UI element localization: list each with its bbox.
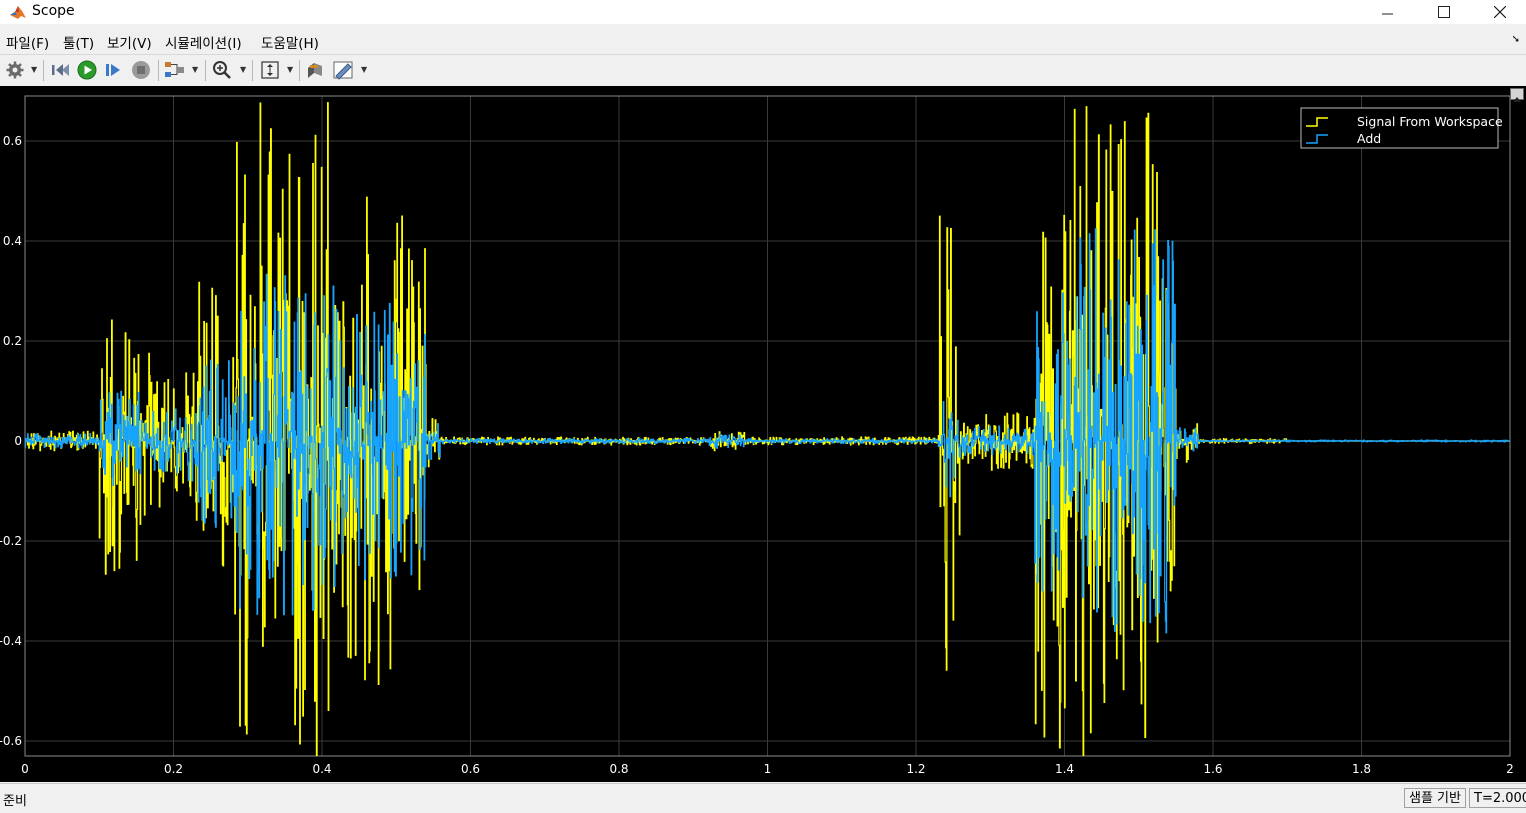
toolbar-separator: [205, 60, 206, 81]
triggers-dropdown-icon[interactable]: ▼: [361, 65, 369, 75]
x-tick-label: 1: [764, 762, 772, 776]
scope-display[interactable]: 0 0.2 0.4 0.6 0.8 1 1.2 1.4 1.6 1.8 2 -0.6 -0.4 -0.2 0…: [0, 86, 1526, 782]
x-tick-label: 0.8: [609, 762, 628, 776]
maximize-icon: [1438, 6, 1450, 18]
undock-button[interactable]: [1510, 88, 1524, 102]
triggers-icon: [333, 61, 353, 80]
menu-simulation[interactable]: 시뮬레이션(I): [165, 32, 242, 52]
minimize-button[interactable]: [1360, 0, 1416, 24]
x-tick-label: 1.6: [1203, 762, 1222, 776]
menu-tools[interactable]: 툴(T): [63, 32, 94, 52]
menu-view[interactable]: 보기(V): [107, 32, 152, 52]
toolbar-separator: [299, 60, 300, 81]
signal-config-dropdown-icon[interactable]: ▼: [192, 65, 200, 75]
status-bar: 준비 샘플 기반 T=2.000: [0, 783, 1526, 813]
zoom-button[interactable]: [211, 59, 233, 81]
signal-config-icon: [165, 62, 184, 77]
highlight-icon: [308, 63, 322, 78]
settings-dropdown-icon[interactable]: ▼: [31, 65, 39, 75]
y-tick-label: 0: [14, 434, 22, 448]
step-forward-button[interactable]: [103, 59, 125, 81]
toolbar-separator: [158, 60, 159, 81]
x-tick-label: 0.4: [312, 762, 331, 776]
toolbar-separator: [252, 60, 253, 81]
simulation-time: T=2.000: [1469, 788, 1526, 808]
signal-config-button[interactable]: [164, 59, 186, 81]
gear-icon: [6, 61, 24, 79]
menu-file[interactable]: 파일(F): [6, 32, 49, 52]
y-tick-label: 0.4: [3, 234, 22, 248]
minimize-icon: [1382, 13, 1393, 15]
stop-icon: [132, 61, 150, 79]
step-back-icon: [52, 64, 69, 76]
x-tick-label: 1.2: [906, 762, 925, 776]
menu-help[interactable]: 도움말(H): [261, 32, 319, 52]
step-forward-icon: [106, 64, 120, 76]
stop-button[interactable]: [130, 59, 152, 81]
dock-arrow-icon[interactable]: ➘: [1512, 34, 1520, 45]
matlab-logo-icon: [10, 6, 26, 19]
maximize-button[interactable]: [1416, 0, 1472, 24]
arrow-up-icon: [1513, 97, 1521, 102]
x-tick-label: 0.2: [164, 762, 183, 776]
plot-grid: [24, 96, 1511, 756]
plot-legend[interactable]: Signal From Workspace Add: [1300, 107, 1503, 149]
y-tick-label: 0.2: [3, 334, 22, 348]
step-back-button[interactable]: [50, 59, 72, 81]
y-tick-label: -0.2: [0, 534, 22, 548]
legend-label: Add: [1357, 131, 1381, 146]
settings-button[interactable]: [4, 59, 26, 81]
run-icon: [77, 60, 97, 80]
toolbar-separator: [43, 60, 44, 81]
zoom-in-icon: [213, 61, 231, 79]
zoom-dropdown-icon[interactable]: ▼: [240, 65, 248, 75]
plot-axes: 0 0.2 0.4 0.6 0.8 1 1.2 1.4 1.6 1.8 2 -0.6 -0.4 -0.2 0…: [0, 95, 1514, 776]
x-tick-label: 0.6: [461, 762, 480, 776]
autoscale-button[interactable]: [259, 59, 281, 81]
x-tick-label: 0: [21, 762, 29, 776]
scope-plot[interactable]: 0 0.2 0.4 0.6 0.8 1 1.2 1.4 1.6 1.8 2 -0.6 -0.4 -0.2 0…: [0, 86, 1526, 782]
status-text: 준비: [3, 794, 27, 809]
y-tick-label: 0.6: [3, 134, 22, 148]
x-tick-label: 1.8: [1352, 762, 1371, 776]
y-tick-label: -0.6: [0, 734, 22, 748]
triggers-button[interactable]: [333, 59, 355, 81]
legend-label: Signal From Workspace: [1357, 114, 1503, 129]
x-tick-label: 1.4: [1055, 762, 1074, 776]
highlight-button[interactable]: [304, 59, 326, 81]
close-icon: [1494, 6, 1506, 18]
title-bar: Scope: [0, 0, 1526, 24]
toolbar: ▼ ▼ ▼ ▼ ▼: [0, 54, 1526, 87]
y-tick-label: -0.4: [0, 634, 22, 648]
run-button[interactable]: [76, 59, 98, 81]
menu-bar: 파일(F) 툴(T) 보기(V) 시뮬레이션(I) 도움말(H): [0, 28, 1526, 52]
autoscale-dropdown-icon[interactable]: ▼: [287, 65, 295, 75]
autoscale-icon: [261, 61, 279, 79]
close-button[interactable]: [1472, 0, 1526, 24]
window-title: Scope: [32, 3, 75, 19]
sample-mode-indicator: 샘플 기반: [1404, 788, 1466, 808]
x-tick-label: 2: [1506, 762, 1514, 776]
